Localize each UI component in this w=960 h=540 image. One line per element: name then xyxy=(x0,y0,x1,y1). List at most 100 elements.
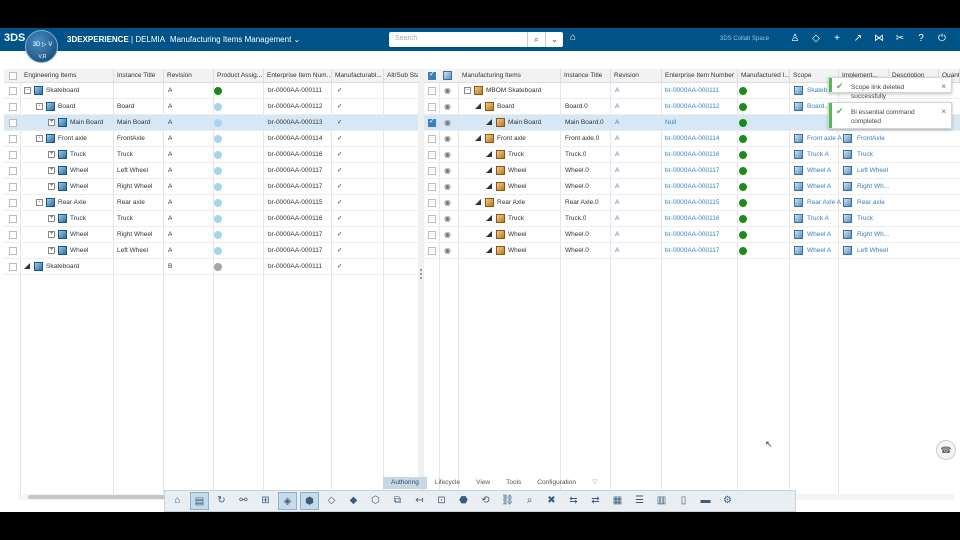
database-icon[interactable]: ▤ xyxy=(190,492,209,510)
implement-link[interactable]: FrontAxle xyxy=(857,131,885,147)
item-title[interactable]: Rear Axle xyxy=(58,195,86,211)
expand-toggle-icon[interactable] xyxy=(486,167,492,173)
item-title[interactable]: Board xyxy=(497,99,514,115)
implement-link[interactable]: Right Wh... xyxy=(857,227,889,243)
select-all-checkbox[interactable] xyxy=(9,72,17,80)
scope-icon[interactable]: ⊡ xyxy=(432,492,451,510)
enterprise-item-number[interactable]: br-0000AA-000117 xyxy=(665,163,719,179)
row-checkbox[interactable] xyxy=(428,247,436,255)
panel-icon[interactable]: ▯ xyxy=(674,492,693,510)
enterprise-item-number[interactable]: br-0000AA-000114 xyxy=(665,131,719,147)
table-row[interactable]: - Skateboard Abr-0000AA-000111 ✓ xyxy=(4,83,418,99)
item-title[interactable]: Truck xyxy=(70,147,86,163)
table-row[interactable]: ◉ Wheel Wheel.0 Abr-0000AA-000117 Wheel A Lef… xyxy=(424,163,960,179)
enterprise-item-number[interactable]: br-0000AA-000111 xyxy=(665,83,719,99)
row-checkbox[interactable] xyxy=(9,199,17,207)
export-icon[interactable]: ▬ xyxy=(696,492,715,510)
eye-icon[interactable]: ◉ xyxy=(444,166,451,175)
expand-toggle-icon[interactable]: - xyxy=(36,135,43,142)
table-row[interactable]: ◉ Wheel Wheel.0 Abr-0000AA-000117 Wheel A Rig… xyxy=(424,179,960,195)
column-header[interactable]: Revision xyxy=(164,69,214,83)
item-title[interactable]: Wheel xyxy=(508,179,526,195)
eye-icon[interactable]: ◉ xyxy=(444,102,451,111)
eye-icon[interactable]: ◉ xyxy=(444,134,451,143)
search-icon[interactable]: ⌕ xyxy=(527,32,545,47)
replace-icon[interactable]: ⬡ xyxy=(366,492,385,510)
expand-toggle-icon[interactable] xyxy=(24,263,30,269)
item-title[interactable]: Skateboard xyxy=(46,259,79,275)
expand-toggle-icon[interactable] xyxy=(486,247,492,253)
expand-toggle-icon[interactable] xyxy=(486,151,492,157)
chain-icon[interactable]: ⛓ xyxy=(498,492,517,510)
add-icon[interactable]: + xyxy=(830,32,844,46)
eye-icon[interactable]: ◉ xyxy=(444,214,451,223)
table-row[interactable]: ◉ Rear Axle Rear Axle.0 Abr-0000AA-000115 Re… xyxy=(424,195,960,211)
expand-toggle-icon[interactable]: + xyxy=(48,151,55,158)
item-title[interactable]: Truck xyxy=(508,147,524,163)
expand-toggle-icon[interactable]: + xyxy=(48,119,55,126)
tag-icon[interactable]: ⌂ xyxy=(570,32,576,43)
share-icon[interactable]: ↗ xyxy=(851,32,865,46)
structure-icon[interactable]: ⧉ xyxy=(388,492,407,510)
enterprise-item-number[interactable]: br-0000AA-000117 xyxy=(665,227,719,243)
row-checkbox[interactable] xyxy=(428,151,436,159)
table-row[interactable]: + Wheel Right Wheel Abr-0000AA-000117 ✓ xyxy=(4,179,418,195)
item-title[interactable]: Wheel xyxy=(70,243,88,259)
implement-link[interactable]: Rear axle xyxy=(857,195,885,211)
row-checkbox[interactable] xyxy=(9,151,17,159)
item-title[interactable]: Board xyxy=(58,99,75,115)
item-title[interactable]: Skateboard xyxy=(46,83,79,99)
ds-logo[interactable]: 3DS xyxy=(4,32,25,44)
table-row[interactable]: ◉ Wheel Wheel.0 Abr-0000AA-000117 Wheel A Lef… xyxy=(424,243,960,259)
expand-toggle-icon[interactable] xyxy=(475,199,481,205)
scope-link[interactable]: Wheel A xyxy=(807,179,831,195)
scope-link[interactable]: Rear Axle A xyxy=(807,195,841,211)
enterprise-item-number[interactable]: br-0000AA-000116 xyxy=(665,147,719,163)
table-row[interactable]: + Truck Truck Abr-0000AA-000116 ✓ xyxy=(4,211,418,227)
row-checkbox[interactable] xyxy=(428,135,436,143)
expand-toggle-icon[interactable] xyxy=(486,183,492,189)
column-header[interactable]: Manufactured I... xyxy=(738,69,790,83)
search-options-icon[interactable]: ⌄ xyxy=(545,32,563,47)
tab-tools[interactable]: Tools xyxy=(498,477,529,489)
search-icon[interactable]: ⌕ xyxy=(520,492,539,510)
column-header[interactable]: Instance Title xyxy=(561,69,611,83)
implement-link[interactable]: Left Wheel xyxy=(857,163,888,179)
expand-toggle-icon[interactable] xyxy=(486,119,492,125)
table-row[interactable]: - Board Board Abr-0000AA-000112 ✓ xyxy=(4,99,418,115)
scope-link[interactable]: Wheel A xyxy=(807,163,831,179)
item-title[interactable]: Wheel xyxy=(70,227,88,243)
column-header[interactable]: Alt/Sub Stat xyxy=(384,69,418,83)
enterprise-item-number[interactable]: br-0000AA-000115 xyxy=(665,195,719,211)
row-checkbox[interactable] xyxy=(428,87,436,95)
table-row[interactable]: + Main Board Main Board Abr-0000AA-000113 ✓ xyxy=(4,115,418,131)
insert-icon[interactable]: ◆ xyxy=(344,492,363,510)
expand-toggle-icon[interactable]: + xyxy=(48,231,55,238)
column-header[interactable]: Revision xyxy=(611,69,662,83)
delete-icon[interactable]: ✖ xyxy=(542,492,561,510)
user-icon[interactable]: ♙ xyxy=(788,32,802,46)
item-title[interactable]: Front axle xyxy=(58,131,87,147)
item-title[interactable]: Wheel xyxy=(508,163,526,179)
implement-link[interactable]: Truck xyxy=(857,147,873,163)
scope-link[interactable]: Wheel A xyxy=(807,227,831,243)
expand-toggle-icon[interactable]: - xyxy=(36,199,43,206)
row-checkbox[interactable] xyxy=(9,231,17,239)
tools-icon[interactable]: ✂ xyxy=(893,32,907,46)
expand-toggle-icon[interactable]: + xyxy=(48,167,55,174)
expand-toggle-icon[interactable]: + xyxy=(48,247,55,254)
eye-icon[interactable]: ◉ xyxy=(444,198,451,207)
tab-configuration[interactable]: Configuration xyxy=(529,477,584,489)
item-title[interactable]: Truck xyxy=(70,211,86,227)
help-icon[interactable]: ? xyxy=(914,32,928,46)
row-checkbox[interactable] xyxy=(9,103,17,111)
table-row[interactable]: + Wheel Left Wheel Abr-0000AA-000117 ✓ xyxy=(4,163,418,179)
expand-toggle-icon[interactable]: + xyxy=(48,183,55,190)
scope-link[interactable]: Board... xyxy=(807,99,830,115)
item-title[interactable]: Main Board xyxy=(508,115,541,131)
table-row[interactable]: + Wheel Left Wheel Abr-0000AA-000117 ✓ xyxy=(4,243,418,259)
assign-icon[interactable]: ◈ xyxy=(278,492,297,510)
row-checkbox[interactable] xyxy=(9,263,17,271)
expand-toggle-icon[interactable] xyxy=(475,103,481,109)
table-row[interactable]: - Rear Axle Rear axle Abr-0000AA-000115 ✓ xyxy=(4,195,418,211)
